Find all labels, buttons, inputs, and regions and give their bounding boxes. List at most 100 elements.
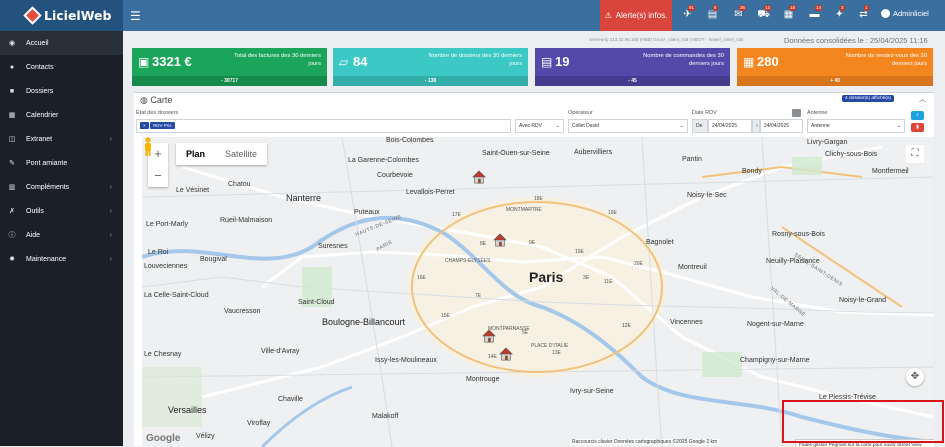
chevron-up-icon[interactable]: ︿ [919, 94, 926, 104]
alert-label: Alerte(s) infos. [615, 11, 668, 20]
alert-button[interactable]: ⚠ Alerte(s) infos. [600, 0, 672, 31]
stat-value: 84 [353, 54, 368, 69]
badge: 13 [764, 5, 772, 11]
map-label: Champigny-sur-Marne [740, 357, 810, 364]
search-button[interactable]: ⌕ [911, 111, 924, 120]
etat-label: État des dossiers [136, 110, 179, 116]
stat-label: Nombre de commandes des 30 derniers jour… [643, 53, 724, 67]
folder-open-icon: ▱ [339, 55, 349, 69]
stat-card-dossiers[interactable]: ▱ 84 Nombre de dossiers des 30 derniers … [333, 48, 528, 86]
arrondissement-label: 3E [583, 275, 590, 281]
date-label: Date RDV [692, 110, 717, 116]
stat-value: 3321 € [152, 54, 192, 69]
stat-value: 280 [757, 54, 779, 69]
map-label: Le Port-Marly [146, 221, 189, 228]
fullscreen-icon[interactable]: ⛶ [906, 145, 924, 163]
sidebar-item-pont-amiante[interactable]: ✎ Pont amiante [0, 151, 123, 175]
badge: 8 [713, 5, 718, 11]
map-label: Noisy-le-Sec [687, 192, 727, 199]
sidebar-item-dossiers[interactable]: ■ Dossiers [0, 79, 123, 103]
sidebar-item-label: Outils [26, 207, 44, 215]
sidebar-item-maintenance[interactable]: ✹ Maintenance ‹ [0, 247, 123, 271]
arrondissement-label: 7E [475, 293, 482, 299]
chevron-down-icon: ⌄ [555, 123, 560, 129]
etat-tag: RDV Pris [150, 122, 175, 129]
map-label: Suresnes [318, 243, 348, 250]
map-label: Nogent-sur-Marne [747, 321, 804, 328]
dossier-marker[interactable] [482, 329, 496, 343]
map-label: Le Chesnay [144, 351, 182, 358]
arrondissement-label: 16E [417, 275, 426, 281]
tools-icon: ✗ [9, 208, 15, 215]
rdv-select[interactable]: Avec RDV ⌄ [515, 119, 564, 133]
sidebar-item-accueil[interactable]: ◉ Accueil [0, 31, 123, 55]
map-label: Rosny-sous-Bois [772, 231, 825, 238]
map-label: Versailles [168, 405, 207, 415]
map-label: Vaucresson [224, 308, 261, 315]
arrondissement-label: 12E [622, 323, 631, 329]
antenne-select[interactable]: Antenne ⌄ [807, 119, 905, 133]
folder-icon: ■ [9, 87, 15, 95]
sidebar-item-label: Contacts [26, 63, 54, 71]
map-label: Courbevoie [377, 172, 413, 179]
etat-tag-remove[interactable]: × [140, 122, 149, 129]
map-label: Rueil-Malmaison [220, 217, 273, 224]
wrench-icon: ✎ [9, 160, 15, 167]
delete-button[interactable]: ▮ [911, 123, 924, 132]
panel-title-text: Carte [150, 95, 173, 105]
sidebar-item-aide[interactable]: ⓘ Aide ‹ [0, 223, 123, 247]
calendar-toggle-icon[interactable] [792, 109, 801, 117]
dossier-marker[interactable] [472, 170, 486, 184]
map-label: Nanterre [286, 193, 322, 203]
zoom-out-button[interactable]: − [148, 165, 168, 187]
sidebar-item-extranet[interactable]: ◫ Extranet ‹ [0, 127, 123, 151]
chevron-left-icon: ‹ [109, 207, 112, 215]
sidebar-item-calendrier[interactable]: ▦ Calendrier [0, 103, 123, 127]
stat-value: 19 [555, 54, 570, 69]
map-label: Chaville [278, 396, 303, 403]
map-label: Levallois-Perret [406, 189, 455, 196]
map-label: Livry-Gargan [807, 139, 848, 146]
dossier-marker[interactable] [493, 233, 507, 247]
map-label: Montreuil [678, 264, 707, 271]
stat-card-commandes[interactable]: ▤ 19 Nombre de commandes des 30 derniers… [535, 48, 730, 86]
sidebar-item-complements[interactable]: ▥ Compléments ‹ [0, 175, 123, 199]
map-label: Saint-Cloud [298, 299, 335, 306]
card-icon[interactable]: ▤ [706, 9, 719, 21]
map-label: Bougival [200, 256, 227, 263]
pegman-icon[interactable] [142, 137, 154, 157]
etat-select[interactable]: × RDV Pris [136, 119, 511, 133]
user-menu[interactable]: Adminliciel [881, 9, 929, 18]
menu-toggle-icon[interactable]: ☰ [130, 9, 141, 23]
sidebar-item-contacts[interactable]: ● Contacts [0, 55, 123, 79]
map-label: La Garenne-Colombes [348, 157, 419, 164]
pan-control-icon[interactable]: ✥ [906, 368, 924, 386]
map-label: Noisy-le-Grand [839, 297, 887, 304]
search-icon: ⌕ [916, 112, 919, 118]
thumbs-icon[interactable]: ✦ [833, 9, 846, 21]
sidebar-item-label: Extranet [26, 135, 53, 143]
operateur-value: Collet David [572, 123, 599, 129]
stat-foot: + 40 [737, 76, 933, 86]
consolidated-date: Données consolidées le : 25/04/2025 11:1… [784, 36, 928, 45]
map-type-satellite[interactable]: Satellite [215, 143, 267, 165]
date-to-input[interactable]: 24/04/2025 [760, 119, 803, 133]
chevron-left-icon: ‹ [109, 231, 112, 239]
date-from-input[interactable]: 24/04/2025 [708, 119, 752, 133]
sidebar-item-outils[interactable]: ✗ Outils ‹ [0, 199, 123, 223]
google-logo: Google [146, 433, 181, 444]
brand[interactable]: LicielWeb [0, 0, 123, 31]
exchange-icon[interactable]: ⇄ [857, 9, 870, 21]
date-prefix: De [692, 119, 708, 133]
stat-card-rdv[interactable]: ▦ 280 Nombre de rendez-vous des 30 derni… [737, 48, 933, 86]
stat-card-factures[interactable]: ▣ 3321 € Total des factures des 30 derni… [132, 48, 327, 86]
operateur-select[interactable]: Collet David ⌄ [568, 119, 688, 133]
map-type-plan[interactable]: Plan [176, 143, 215, 165]
map-label: Viroflay [247, 420, 271, 427]
brand-name: LicielWeb [44, 8, 112, 23]
badge: 36 [739, 5, 747, 11]
city-label: Paris [529, 269, 564, 285]
map-label: Bagnolet [646, 239, 674, 246]
map-label: Aubervilliers [574, 149, 613, 156]
dossier-marker[interactable] [499, 347, 513, 361]
